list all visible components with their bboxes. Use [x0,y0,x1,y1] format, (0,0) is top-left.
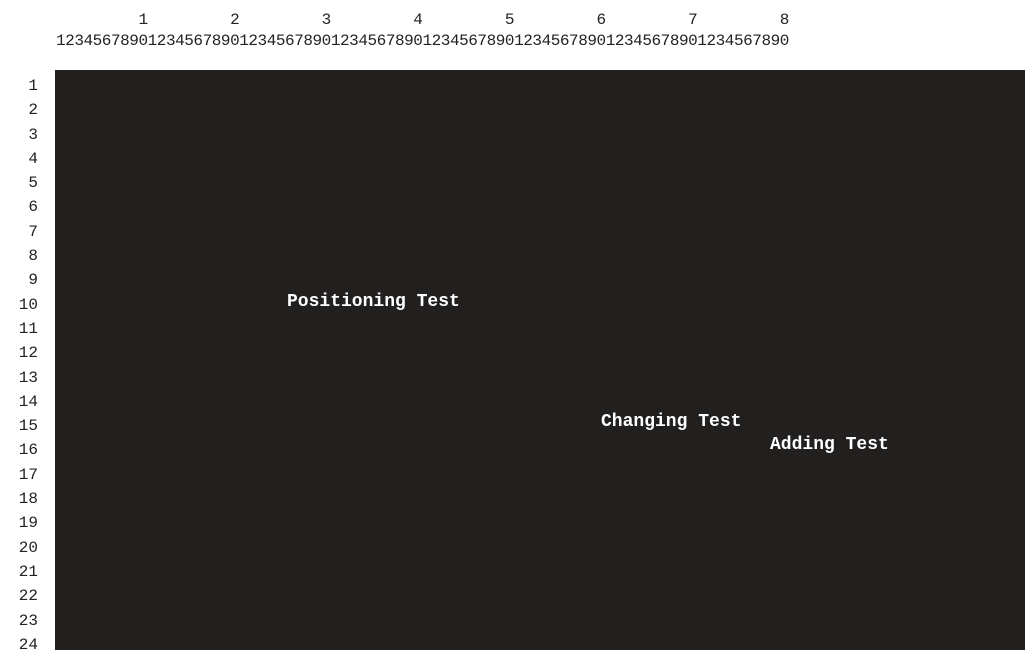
row-number: 4 [28,149,38,168]
row-number: 7 [28,222,38,241]
row-number: 20 [18,538,38,557]
row-number: 1 [28,77,38,95]
row-number: 23 [18,611,38,630]
row-number: 3 [28,125,38,144]
row-ruler: 1 2 3 4 5 6 7 8 9 10 11 12 13 14 15 16 1… [0,74,38,650]
row-number: 14 [18,392,38,411]
row-number: 16 [18,441,38,460]
row-number: 12 [18,344,38,363]
row-number: 13 [18,368,38,387]
row-number: 19 [18,514,38,533]
row-number: 9 [28,271,38,290]
terminal-test-page: 1 2 3 4 5 6 7 8 123456789012345678901234… [0,0,1025,650]
row-number: 6 [28,198,38,217]
row-number: 5 [28,174,38,193]
column-ruler-tens: 1 2 3 4 5 6 7 8 [56,11,789,29]
row-number: 21 [18,562,38,581]
row-number: 22 [18,587,38,606]
terminal-screen[interactable]: Positioning Test Changing Test Adding Te… [55,70,1025,650]
column-ruler-units: 1234567890123456789012345678901234567890… [56,32,789,50]
row-number: 15 [18,417,38,436]
changing-test-text: Changing Test [601,412,742,432]
positioning-test-text: Positioning Test [287,292,460,312]
row-number: 18 [18,490,38,509]
adding-test-text: Adding Test [770,435,889,455]
row-number: 8 [28,247,38,266]
row-number: 24 [18,635,38,650]
row-number: 11 [18,319,38,338]
row-number: 17 [18,465,38,484]
row-number: 10 [18,295,38,314]
row-number: 2 [28,101,38,120]
